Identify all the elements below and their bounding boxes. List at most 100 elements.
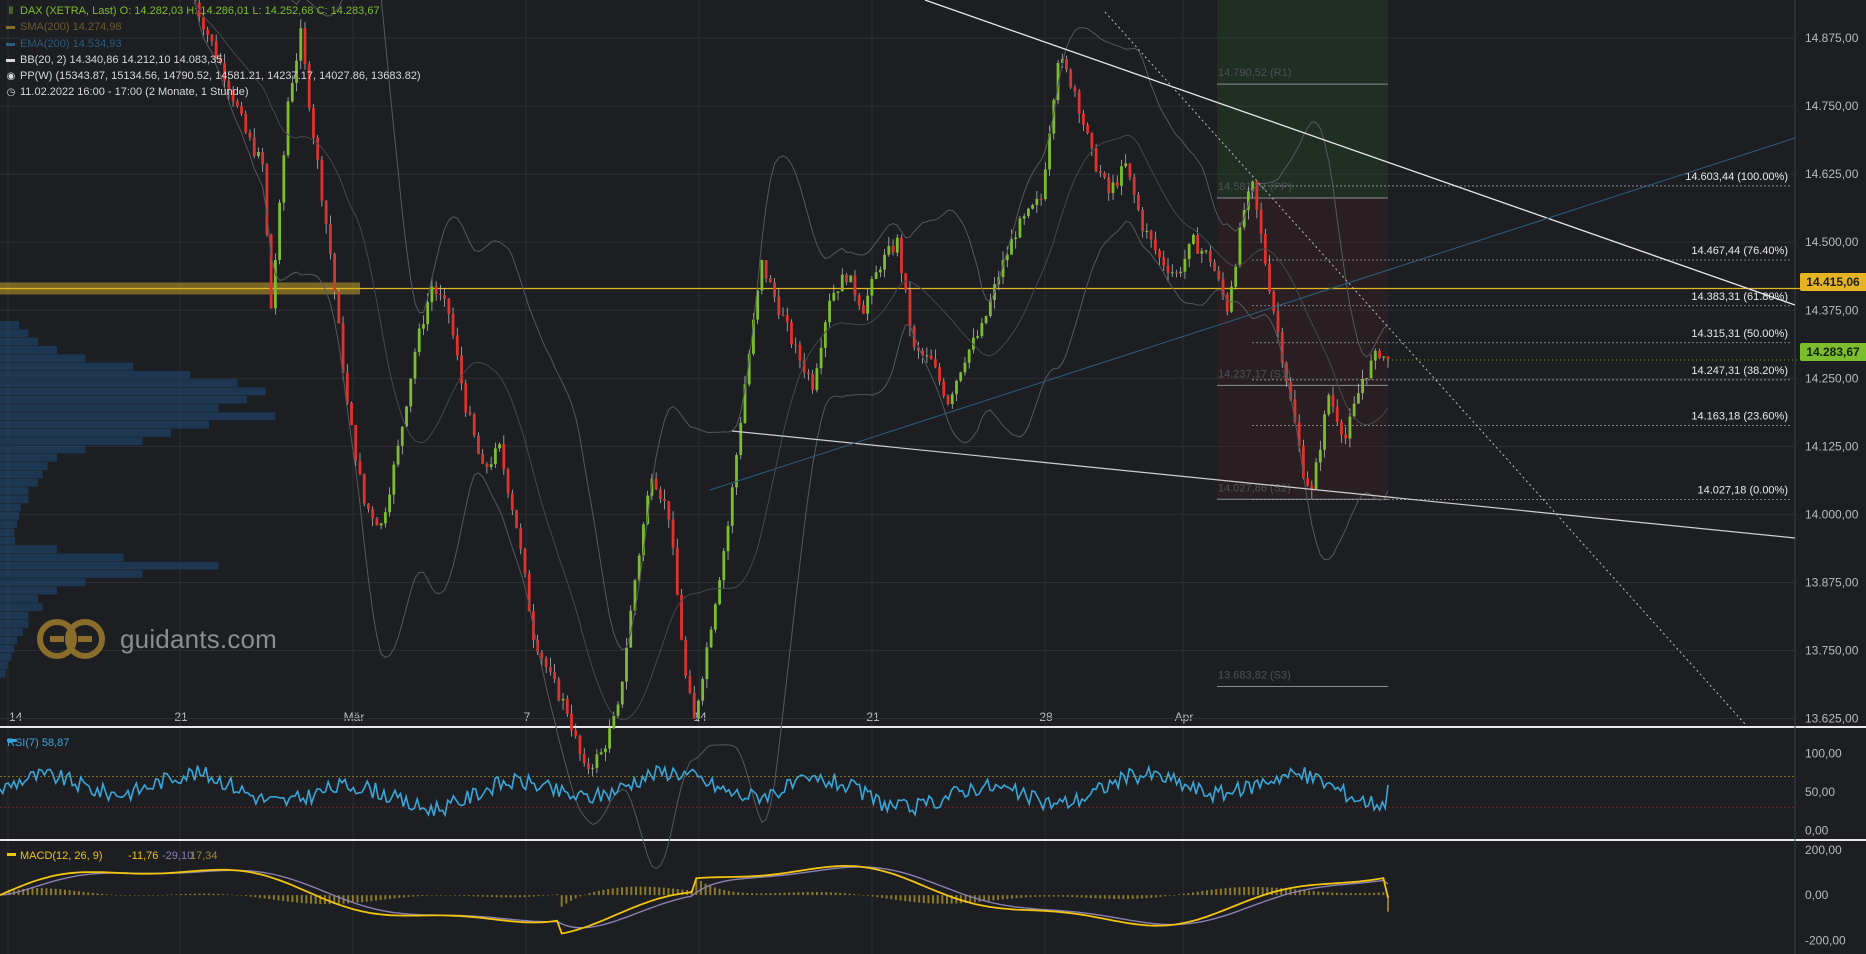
macd-hist-bar bbox=[1219, 888, 1222, 896]
macd-hist-bar bbox=[551, 894, 554, 896]
candle-body bbox=[773, 282, 776, 297]
candle-body bbox=[1217, 271, 1221, 280]
rsi-tick-label: 50,00 bbox=[1805, 785, 1835, 799]
macd-hist-bar bbox=[941, 895, 944, 904]
macd-hist-bar bbox=[885, 895, 888, 899]
candle-body bbox=[764, 260, 768, 279]
macd-hist-bar bbox=[769, 893, 772, 896]
candle-body bbox=[663, 498, 666, 501]
fib-level-label: 14.315,31 (50.00%) bbox=[1691, 328, 1788, 340]
macd-hist-bar bbox=[699, 881, 702, 896]
macd-hist-bar bbox=[788, 892, 791, 896]
macd-hist-bar bbox=[1173, 895, 1176, 896]
macd-hist-bar bbox=[574, 895, 577, 899]
candle-body bbox=[942, 381, 946, 396]
candle-body bbox=[946, 395, 950, 405]
macd-hist-bar bbox=[811, 891, 814, 896]
macd-hist-bar bbox=[704, 883, 707, 896]
macd-hist-bar bbox=[240, 895, 243, 896]
volume-profile-bar bbox=[0, 520, 18, 529]
candle-body bbox=[984, 315, 988, 324]
candle-body bbox=[426, 302, 430, 325]
candle-body bbox=[1031, 205, 1035, 209]
macd-hist-bar bbox=[560, 895, 563, 907]
rsi-label: RSI(7) 58,87 bbox=[7, 737, 69, 749]
macd-hist-bar bbox=[1359, 893, 1362, 896]
candle-body bbox=[878, 269, 882, 273]
candle-body bbox=[709, 629, 713, 648]
candle-body bbox=[595, 754, 599, 768]
candle-body bbox=[523, 548, 527, 574]
candle-body bbox=[362, 473, 366, 504]
fib-level-label: 14.467,44 (76.40%) bbox=[1691, 245, 1788, 257]
candle-body bbox=[1090, 133, 1094, 148]
candle-body bbox=[1276, 311, 1280, 332]
legend-sma: SMA(200) 14.274,98 bbox=[6, 21, 122, 33]
macd-hist-bar bbox=[1261, 887, 1264, 896]
candle-body bbox=[443, 295, 446, 299]
macd-hist-bar bbox=[751, 893, 754, 896]
macd-hist-bar bbox=[328, 895, 331, 905]
macd-hist-bar bbox=[1382, 892, 1385, 896]
macd-hist-bar bbox=[727, 890, 730, 896]
macd-hist-bar bbox=[806, 892, 809, 896]
macd-hist-bar bbox=[611, 888, 614, 896]
candle-body bbox=[324, 200, 328, 225]
macd-hist-bar bbox=[1205, 890, 1208, 896]
candle-body bbox=[379, 523, 383, 526]
macd-hist-bar bbox=[662, 887, 665, 896]
candle-body bbox=[316, 137, 320, 160]
macd-hist-bar bbox=[31, 888, 34, 896]
candle-body bbox=[548, 666, 552, 672]
pivot-label: 14.790,52 (R1) bbox=[1218, 67, 1291, 79]
macd-hist-bar bbox=[82, 891, 85, 896]
y-tick-label: 14.500,00 bbox=[1805, 235, 1859, 249]
macd-hist-bar bbox=[1303, 890, 1306, 896]
candle-body bbox=[925, 355, 929, 357]
rsi-tick-label: 0,00 bbox=[1805, 823, 1829, 837]
candle-body bbox=[1010, 239, 1013, 255]
macd-hist-bar bbox=[732, 891, 735, 896]
candle-body bbox=[1170, 272, 1174, 274]
macd-hist-bar bbox=[829, 892, 832, 896]
candle-body bbox=[781, 314, 785, 316]
candle-body bbox=[1158, 250, 1161, 258]
candle-body bbox=[980, 323, 984, 337]
volume-profile-bar bbox=[0, 387, 266, 396]
candle-body bbox=[832, 292, 836, 301]
candle-body bbox=[739, 422, 743, 456]
macd-hist-bar bbox=[816, 891, 819, 896]
macd-hist-bar bbox=[890, 895, 893, 900]
candle-body bbox=[320, 159, 324, 201]
candle-body bbox=[1200, 250, 1204, 254]
macd-hist-bar bbox=[189, 893, 192, 896]
macd-hist-bar bbox=[579, 895, 582, 897]
macd-hist-bar bbox=[398, 895, 401, 898]
macd-tick-label: -200,00 bbox=[1805, 933, 1846, 947]
candle-body bbox=[1327, 395, 1331, 415]
candle-body bbox=[477, 435, 480, 455]
candle-body bbox=[1369, 360, 1373, 379]
dax-chart[interactable]: 14 21 Mär 7 14 21 28 Apr14.875,0014.750,0014.62… bbox=[0, 0, 1866, 954]
macd-hist-bar bbox=[300, 895, 303, 903]
candle-body bbox=[282, 155, 286, 203]
macd-hist-bar bbox=[667, 888, 670, 896]
candle-body bbox=[337, 291, 341, 324]
candle-body bbox=[1272, 291, 1276, 312]
candle-body bbox=[244, 113, 248, 133]
macd-hist-bar bbox=[834, 892, 837, 896]
macd-hist-bar bbox=[792, 892, 795, 896]
volume-profile-bar bbox=[0, 395, 247, 404]
macd-hist-bar bbox=[198, 893, 201, 896]
macd-hist-bar bbox=[737, 892, 740, 896]
macd-hist-bar bbox=[583, 894, 586, 896]
macd-hist-bar bbox=[713, 887, 716, 896]
macd-hist-bar bbox=[648, 886, 651, 896]
candle-body bbox=[1022, 216, 1026, 219]
candle-body bbox=[240, 106, 243, 114]
macd-hist-bar bbox=[1145, 895, 1148, 899]
candle-body bbox=[502, 444, 506, 470]
candle-body bbox=[807, 372, 810, 375]
macd-hist-bar bbox=[105, 894, 108, 896]
macd-hist-bar bbox=[904, 895, 907, 902]
